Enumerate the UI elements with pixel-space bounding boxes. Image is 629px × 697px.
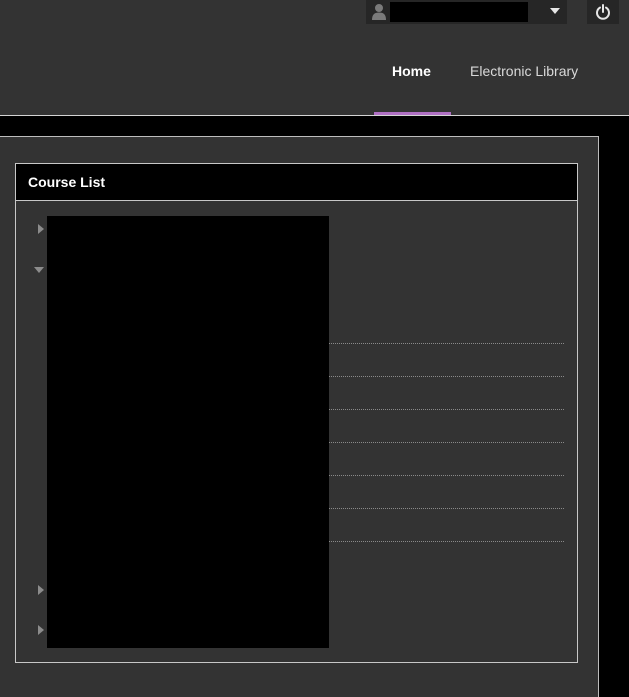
row-separator: [329, 409, 564, 410]
course-list-title: Course List: [28, 174, 106, 190]
collapse-triangle-down-icon[interactable]: [34, 267, 44, 273]
caret-down-icon: [550, 8, 560, 14]
header-divider: [0, 115, 629, 116]
power-icon: [596, 4, 610, 20]
user-silhouette-icon: [372, 4, 386, 20]
redacted-course-list: [47, 216, 329, 648]
course-list-header: Course List: [16, 164, 577, 201]
row-separator: [329, 475, 564, 476]
user-name-redacted: [390, 2, 528, 22]
row-separator: [329, 541, 564, 542]
tab-electronic-library[interactable]: Electronic Library: [470, 60, 578, 82]
tab-home[interactable]: Home: [392, 60, 431, 82]
user-menu-button[interactable]: [366, 0, 567, 24]
expand-triangle-right-icon[interactable]: [38, 585, 44, 595]
expand-triangle-right-icon[interactable]: [38, 625, 44, 635]
logout-button[interactable]: [587, 0, 619, 24]
row-separator: [329, 376, 564, 377]
row-separator: [329, 442, 564, 443]
row-separator: [329, 343, 564, 344]
expand-triangle-right-icon[interactable]: [38, 224, 44, 234]
top-header: Home Electronic Library: [0, 0, 629, 115]
row-separator: [329, 508, 564, 509]
